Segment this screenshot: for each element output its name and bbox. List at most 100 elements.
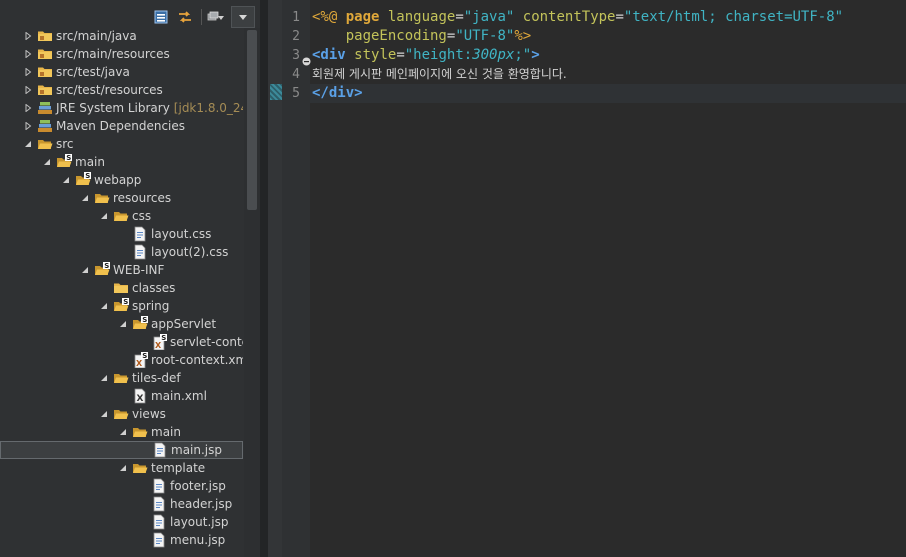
quick-diff-marker [270,84,282,100]
collapsed-arrow-icon[interactable] [22,28,34,45]
tree-item[interactable]: footer.jsp [0,477,243,495]
line-number: 4 [292,67,300,82]
tree-item[interactable]: src/main/resources [0,45,243,63]
expanded-arrow-icon[interactable] [79,189,91,207]
tree-item[interactable]: SappServlet [0,315,243,333]
code-area[interactable]: <%@ page language="java" contentType="te… [310,0,906,557]
tree-item[interactable]: layout.jsp [0,513,243,531]
code-editor[interactable]: 12345 <%@ page language="java" contentTy… [268,0,906,557]
view-menu-icon [239,15,247,20]
tree-item[interactable]: layout(2).css [0,243,243,261]
code-line[interactable]: <%@ page language="java" contentType="te… [312,8,843,27]
expanded-arrow-icon[interactable] [117,423,129,441]
library-icon [37,118,53,134]
folder-open-icon [37,136,53,152]
folder-open-spring-icon: S [75,172,91,188]
svg-text:S: S [161,334,166,342]
expanded-arrow-icon[interactable] [98,207,110,225]
code-token: contentType [522,9,616,25]
tree-item[interactable]: JRE System Library[jdk1.8.0_241] [0,99,243,117]
code-token: style [354,47,397,63]
code-token: ; [514,47,523,63]
code-token: 회원제 게시판 메인페이지에 오신 것을 환영합니다. [312,67,567,81]
expanded-arrow-icon[interactable] [79,261,91,279]
tree-item-label: menu.jsp [170,533,226,547]
tree-item[interactable]: src/test/java [0,63,243,81]
tree-item-selected[interactable]: main.jsp [0,441,243,459]
expanded-arrow-icon[interactable] [22,135,34,153]
view-menu-button[interactable] [231,6,255,28]
tree-item-label: src/main/resources [56,47,170,61]
tree-item[interactable]: src/test/resources [0,81,243,99]
tree-item[interactable]: tiles-def [0,369,243,387]
expanded-arrow-icon[interactable] [98,405,110,423]
tree-item-label: main.xml [151,389,207,403]
folder-open-icon [113,406,129,422]
tree-item[interactable]: template [0,459,243,477]
svg-text:S: S [85,172,90,180]
code-line[interactable]: pageEncoding="UTF-8"%> [312,27,531,46]
tree-item[interactable]: X Sservlet-conte [0,333,243,351]
tree-item[interactable]: menu.jsp [0,531,243,549]
tree-item[interactable]: css [0,207,243,225]
tree-item[interactable]: classes [0,279,243,297]
code-line[interactable]: </div> [310,84,906,103]
tree-item[interactable]: main [0,423,243,441]
code-line[interactable]: 회원제 게시판 메인페이지에 오신 것을 환영합니다. [312,65,567,84]
tree-item[interactable]: resources [0,189,243,207]
tree-item[interactable]: src/main/java [0,28,243,45]
svg-text:S: S [66,154,71,162]
tree-item-label: tiles-def [132,371,181,385]
folder-open-icon [132,424,148,440]
link-with-editor-button[interactable] [174,7,196,27]
code-token: "UTF-8" [455,28,515,44]
tree-item[interactable]: Xmain.xml [0,387,243,405]
tree-item[interactable]: Sspring [0,297,243,315]
tree-item-label: footer.jsp [170,479,226,493]
tree-item-label: template [151,461,206,475]
collapse-all-button[interactable] [150,7,172,27]
file-icon [151,478,167,494]
tree-item-label: main [151,425,181,439]
svg-text:X: X [136,359,143,368]
tree-item[interactable]: header.jsp [0,495,243,513]
scrollbar-thumb[interactable] [247,30,257,210]
code-token: pageEncoding [345,28,447,44]
expanded-arrow-icon[interactable] [98,297,110,315]
tree-item[interactable]: Swebapp [0,171,243,189]
tree-item[interactable]: src [0,135,243,153]
tree-item-label: appServlet [151,317,217,331]
expanded-arrow-icon[interactable] [98,369,110,387]
tree-item[interactable]: X Sroot-context.xm [0,351,243,369]
file-icon [132,226,148,242]
collapsed-arrow-icon[interactable] [22,45,34,63]
collapsed-arrow-icon[interactable] [22,99,34,117]
tree-item[interactable]: Maven Dependencies [0,117,243,135]
collapsed-arrow-icon[interactable] [22,117,34,135]
expanded-arrow-icon[interactable] [117,315,129,333]
code-line[interactable]: <div style="height:300px;"> [312,46,540,65]
svg-text:S: S [142,316,147,324]
tree-item-label: classes [132,281,176,295]
line-number: 2 [292,29,300,44]
panel-divider[interactable] [260,0,268,557]
tree-scrollbar[interactable] [244,28,260,557]
collapsed-arrow-icon[interactable] [22,81,34,99]
tree-item[interactable]: views [0,405,243,423]
tree-item-label: webapp [94,173,142,187]
tree-item[interactable]: S WEB-INF [0,261,243,279]
tree-item[interactable]: layout.css [0,225,243,243]
package-folder-icon [37,82,53,98]
expanded-arrow-icon[interactable] [117,459,129,477]
filter-button[interactable] [204,7,228,27]
expanded-arrow-icon[interactable] [41,153,53,171]
tree-item[interactable]: Smain [0,153,243,171]
collapsed-arrow-icon[interactable] [22,63,34,81]
expanded-arrow-icon[interactable] [60,171,72,189]
